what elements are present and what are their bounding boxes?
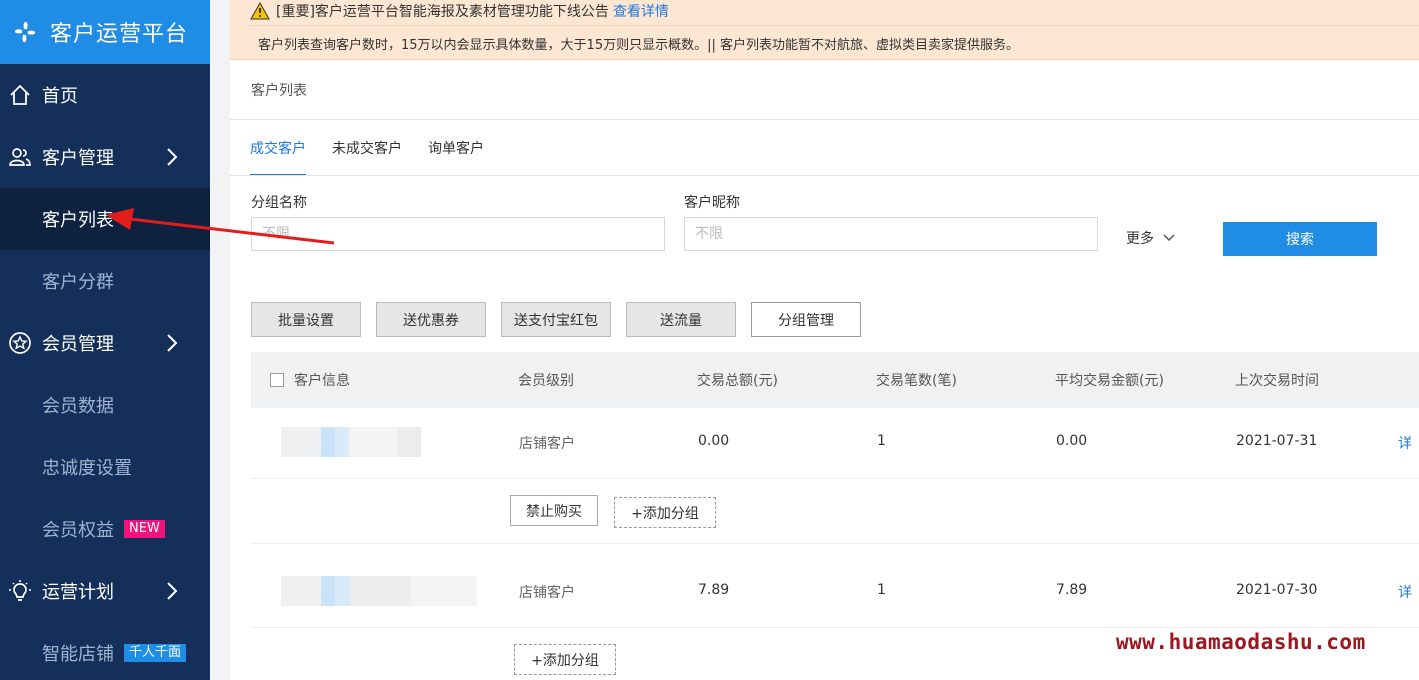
tab-transacted-customers[interactable]: 成交客户	[250, 120, 306, 176]
main-content: [重要]客户运营平台智能海报及素材管理功能下线公告 查看详情 客户列表查询客户数…	[230, 0, 1419, 680]
brand-header[interactable]: 客户运营平台	[0, 0, 210, 64]
table-header: 客户信息 会员级别 交易总额(元) 交易笔数(笔) 平均交易金额(元) 上次交易…	[251, 352, 1419, 408]
pinwheel-logo-icon	[14, 21, 36, 43]
header-avg-amount: 平均交易金额(元)	[1055, 373, 1164, 389]
lightbulb-icon	[8, 579, 32, 603]
sidebar-item-customer-group[interactable]: 客户分群	[0, 250, 210, 312]
brand-title: 客户运营平台	[50, 22, 189, 47]
sidebar-item-label: 智能店铺	[42, 644, 114, 665]
row-divider	[251, 478, 1419, 479]
sidebar-item-operation-plan[interactable]: 运营计划	[0, 560, 210, 622]
sidebar: 客户运营平台 首页 客户管理 客户列表 客户分群 会员管理 会员数据 忠诚度设置…	[0, 0, 210, 680]
sidebar-item-customer-management[interactable]: 客户管理	[0, 126, 210, 188]
home-icon	[8, 83, 32, 107]
divider	[230, 175, 1419, 176]
header-total-amount: 交易总额(元)	[697, 373, 778, 389]
detail-link[interactable]: 详	[1398, 582, 1412, 602]
transaction-count: 1	[877, 582, 886, 598]
member-level: 店铺客户	[519, 585, 575, 601]
group-name-input[interactable]	[251, 217, 665, 251]
sidebar-item-label: 会员数据	[42, 396, 114, 417]
more-filters-toggle[interactable]: 更多	[1126, 228, 1176, 248]
notice-detail-link[interactable]: 查看详情	[613, 1, 669, 21]
sidebar-item-member-management[interactable]: 会员管理	[0, 312, 210, 374]
blurred-customer-info	[281, 427, 421, 457]
send-alipay-redpacket-button[interactable]: 送支付宝红包	[501, 302, 611, 337]
chevron-right-icon	[167, 334, 178, 352]
header-member-level: 会员级别	[518, 373, 574, 389]
header-last-transaction: 上次交易时间	[1235, 373, 1319, 389]
header-customer-info: 客户信息	[270, 352, 350, 408]
nickname-label: 客户昵称	[684, 195, 740, 211]
sidebar-item-label: 会员管理	[42, 334, 114, 355]
personalized-badge: 千人千面	[124, 644, 187, 662]
total-amount: 7.89	[698, 582, 730, 598]
chevron-right-icon	[167, 582, 178, 600]
sidebar-item-label: 客户管理	[42, 148, 114, 169]
send-coupon-button[interactable]: 送优惠券	[376, 302, 486, 337]
nickname-input[interactable]	[684, 217, 1098, 251]
batch-settings-button[interactable]: 批量设置	[251, 302, 361, 337]
last-transaction-time: 2021-07-30	[1236, 582, 1318, 598]
send-traffic-button[interactable]: 送流量	[626, 302, 736, 337]
notice-headline: [重要]客户运营平台智能海报及素材管理功能下线公告 查看详情	[250, 0, 669, 22]
blurred-customer-info	[281, 576, 477, 606]
sidebar-item-label: 会员权益	[42, 520, 114, 541]
detail-link[interactable]: 详	[1398, 433, 1412, 453]
sidebar-item-customer-list[interactable]: 客户列表	[0, 188, 210, 250]
sidebar-item-label: 客户列表	[42, 210, 114, 231]
total-amount: 0.00	[698, 433, 730, 449]
site-watermark: www.huamaodashu.com	[1116, 630, 1366, 654]
notice-divider	[250, 25, 1419, 26]
page-title: 客户列表	[251, 83, 307, 99]
sidebar-item-label: 客户分群	[42, 272, 114, 293]
sidebar-item-label: 忠诚度设置	[42, 458, 132, 479]
avg-amount: 0.00	[1056, 433, 1088, 449]
avg-amount: 7.89	[1056, 582, 1088, 598]
header-transaction-count: 交易笔数(笔)	[876, 373, 957, 389]
header-label: 客户信息	[294, 373, 350, 389]
sidebar-item-loyalty-settings[interactable]: 忠诚度设置	[0, 436, 210, 498]
group-name-label: 分组名称	[251, 195, 307, 211]
sidebar-item-home[interactable]: 首页	[0, 64, 210, 126]
new-badge: NEW	[124, 520, 165, 538]
notice-detail: 客户列表查询客户数时，15万以内会显示具体数量，大于15万则只显示概数。|| 客…	[258, 38, 1019, 53]
sidebar-item-label: 首页	[42, 86, 78, 107]
sidebar-item-member-data[interactable]: 会员数据	[0, 374, 210, 436]
add-group-button[interactable]: +添加分组	[614, 497, 716, 528]
group-management-button[interactable]: 分组管理	[751, 302, 861, 337]
row-divider	[251, 627, 1419, 628]
sidebar-item-member-rights[interactable]: 会员权益 NEW	[0, 498, 210, 560]
tab-inquiry-customers[interactable]: 询单客户	[428, 120, 484, 176]
users-icon	[8, 145, 32, 169]
tab-non-transacted-customers[interactable]: 未成交客户	[332, 120, 402, 176]
block-purchase-button[interactable]: 禁止购买	[510, 495, 598, 526]
search-button[interactable]: 搜索	[1223, 222, 1377, 256]
chevron-right-icon	[167, 148, 178, 166]
star-circle-icon	[8, 331, 32, 355]
warning-icon	[250, 2, 270, 20]
customer-tabs: 成交客户 未成交客户 询单客户	[250, 120, 510, 176]
more-filters-label: 更多	[1126, 231, 1154, 247]
add-group-button[interactable]: +添加分组	[514, 644, 616, 675]
notice-banner: [重要]客户运营平台智能海报及素材管理功能下线公告 查看详情 客户列表查询客户数…	[230, 0, 1419, 60]
sidebar-item-label: 运营计划	[42, 582, 114, 603]
transaction-count: 1	[877, 433, 886, 449]
last-transaction-time: 2021-07-31	[1236, 433, 1318, 449]
member-level: 店铺客户	[519, 436, 575, 452]
select-all-checkbox[interactable]	[270, 373, 284, 387]
table-row: 店铺客户 7.89 1 7.89 2021-07-30 详 +添加分组	[251, 544, 1419, 680]
sidebar-item-smart-store[interactable]: 智能店铺 千人千面	[0, 622, 210, 680]
table-row: 店铺客户 0.00 1 0.00 2021-07-31 详 禁止购买 +添加分组	[251, 408, 1419, 544]
notice-title: [重要]客户运营平台智能海报及素材管理功能下线公告	[276, 4, 609, 20]
chevron-down-icon	[1163, 234, 1175, 242]
